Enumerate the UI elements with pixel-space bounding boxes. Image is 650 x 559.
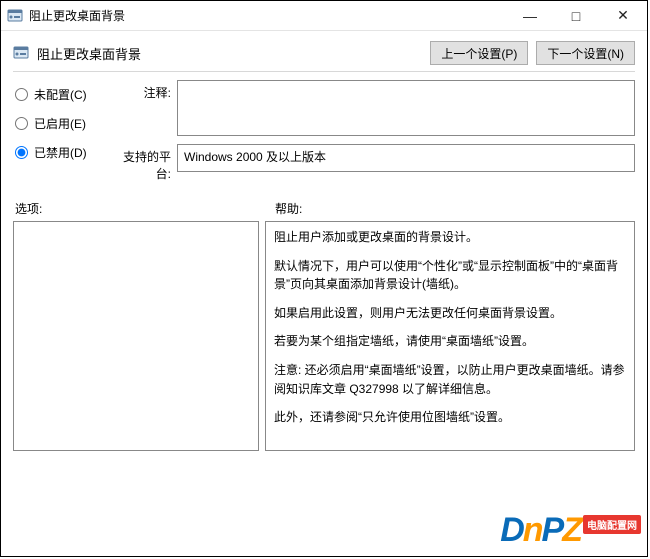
comment-label: 注释:	[113, 80, 177, 101]
separator	[13, 71, 635, 72]
policy-icon	[7, 8, 23, 24]
watermark-letter: n	[523, 511, 542, 550]
help-panel: 阻止用户添加或更改桌面的背景设计。 默认情况下，用户可以使用“个性化”或“显示控…	[265, 221, 635, 451]
radio-enabled-input[interactable]	[15, 117, 28, 130]
watermark-letter: Z	[562, 511, 581, 550]
options-panel	[13, 221, 259, 451]
watermark-letter: D	[500, 511, 523, 550]
help-paragraph: 阻止用户添加或更改桌面的背景设计。	[274, 228, 626, 247]
radio-enabled[interactable]: 已启用(E)	[15, 115, 113, 132]
watermark-badge: 电脑配置网	[583, 515, 641, 534]
page-title: 阻止更改桌面背景	[37, 44, 141, 63]
options-label: 选项:	[13, 200, 273, 217]
radio-disabled-input[interactable]	[15, 146, 28, 159]
help-paragraph: 注意: 还必须启用“桌面墙纸”设置，以防止用户更改桌面墙纸。请参阅知识库文章 Q…	[274, 361, 626, 398]
help-paragraph: 默认情况下，用户可以使用“个性化”或“显示控制面板”中的“桌面背景”页向其桌面添…	[274, 257, 626, 294]
help-paragraph: 若要为某个组指定墙纸，请使用“桌面墙纸”设置。	[274, 332, 626, 351]
window-title: 阻止更改桌面背景	[29, 7, 125, 24]
previous-setting-button[interactable]: 上一个设置(P)	[430, 41, 528, 65]
watermark-letter: P	[542, 511, 563, 550]
help-label: 帮助:	[273, 200, 302, 217]
radio-not-configured-label: 未配置(C)	[34, 86, 87, 103]
watermark-logo: D n P Z 电脑配置网	[500, 511, 641, 550]
help-paragraph: 如果启用此设置，则用户无法更改任何桌面背景设置。	[274, 304, 626, 323]
platform-field: Windows 2000 及以上版本	[177, 144, 635, 172]
radio-not-configured[interactable]: 未配置(C)	[15, 86, 113, 103]
radio-enabled-label: 已启用(E)	[34, 115, 86, 132]
radio-disabled[interactable]: 已禁用(D)	[15, 144, 113, 161]
minimize-button[interactable]: —	[507, 1, 553, 30]
radio-disabled-label: 已禁用(D)	[34, 144, 87, 161]
help-paragraph: 此外，还请参阅“只允许使用位图墙纸”设置。	[274, 408, 626, 427]
policy-icon	[13, 45, 29, 61]
next-setting-button[interactable]: 下一个设置(N)	[536, 41, 635, 65]
maximize-button[interactable]: □	[553, 1, 599, 30]
platform-label: 支持的平台:	[113, 144, 177, 182]
comment-field[interactable]	[177, 80, 635, 136]
close-button[interactable]: ✕	[599, 1, 647, 30]
radio-not-configured-input[interactable]	[15, 88, 28, 101]
titlebar: 阻止更改桌面背景 — □ ✕	[1, 1, 647, 31]
